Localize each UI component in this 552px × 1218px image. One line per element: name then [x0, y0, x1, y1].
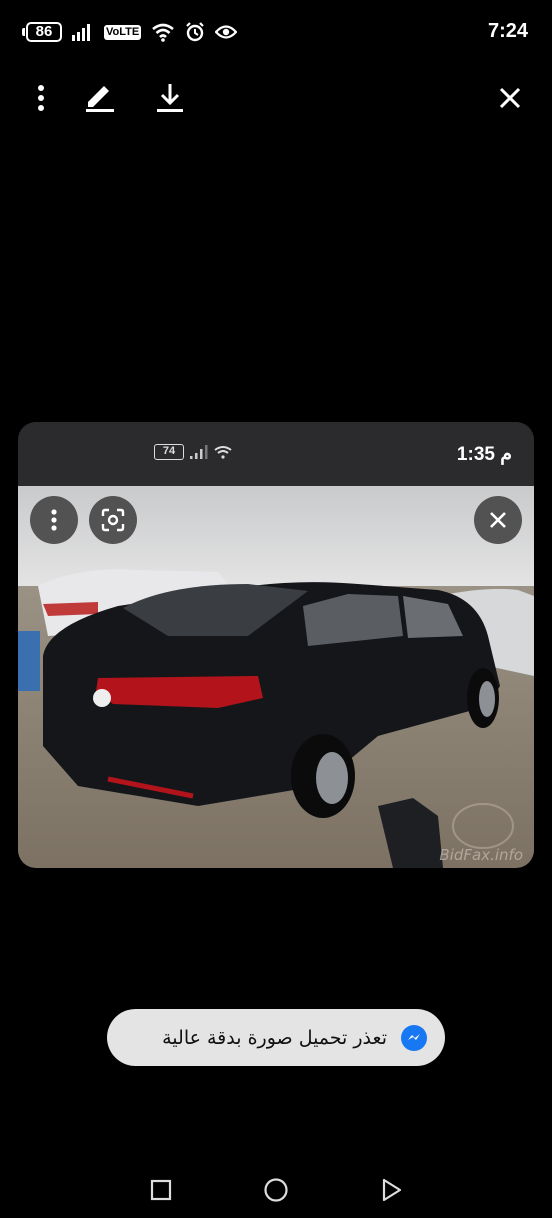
back-triangle-icon — [382, 1178, 402, 1202]
lens-scan-icon — [101, 508, 125, 532]
close-image-button[interactable] — [474, 496, 522, 544]
inner-signal-icon — [190, 445, 208, 459]
more-options-button[interactable] — [21, 78, 61, 118]
home-button[interactable] — [258, 1172, 294, 1208]
car-photo: BidFax.info — [18, 486, 534, 868]
messenger-icon — [401, 1024, 427, 1051]
edit-button[interactable] — [80, 78, 120, 118]
lens-scan-button[interactable] — [89, 496, 137, 544]
recents-button[interactable] — [143, 1172, 179, 1208]
more-vert-icon — [51, 509, 57, 531]
toast-message: تعذر تحميل صورة بدقة عالية — [107, 1009, 445, 1066]
wifi-icon — [152, 23, 175, 42]
eye-icon — [215, 25, 238, 39]
download-button[interactable] — [150, 78, 190, 118]
back-button[interactable] — [374, 1172, 410, 1208]
recents-square-icon — [150, 1179, 172, 1201]
status-bar: 86 VoLTE 7:24 — [0, 0, 552, 64]
image-options-button[interactable] — [30, 496, 78, 544]
download-icon — [157, 84, 183, 112]
shared-image[interactable]: 74 1:35 م BidFax.info — [18, 422, 534, 868]
status-icons: 86 VoLTE — [22, 22, 238, 42]
inner-status-bar: 74 1:35 م — [18, 422, 534, 486]
inner-wifi-icon — [214, 446, 232, 459]
alarm-icon — [186, 22, 204, 42]
toast-text: تعذر تحميل صورة بدقة عالية — [162, 1026, 387, 1049]
signal-icon — [72, 24, 90, 41]
inner-status-time: 1:35 م — [456, 444, 512, 465]
more-vert-icon — [38, 85, 44, 111]
inner-status-icons: 74 — [154, 444, 232, 460]
inner-battery-level: 74 — [154, 444, 184, 460]
close-icon — [499, 87, 521, 109]
volte-badge: VoLTE — [104, 24, 142, 40]
edit-pencil-icon — [86, 86, 114, 112]
battery-icon: 86 — [22, 22, 62, 42]
close-icon — [490, 512, 506, 528]
status-time: 7:24 — [487, 20, 528, 42]
close-viewer-button[interactable] — [490, 78, 530, 118]
watermark-text: BidFax.info — [439, 846, 523, 864]
battery-level: 86 — [26, 22, 62, 42]
home-circle-icon — [264, 1178, 288, 1202]
